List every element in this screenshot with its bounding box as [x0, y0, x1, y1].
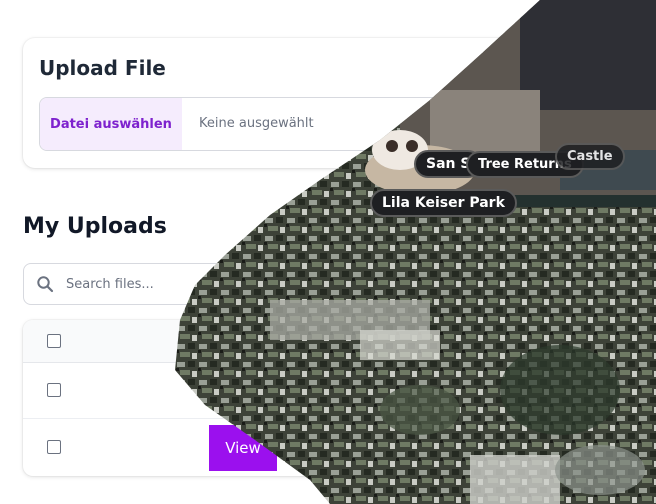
view-button[interactable]: View	[209, 425, 277, 471]
search-box[interactable]	[23, 263, 525, 305]
file-input[interactable]: Datei auswählen Keine ausgewählt	[39, 97, 601, 151]
row-checkbox[interactable]	[47, 383, 61, 397]
table-row	[23, 362, 623, 419]
map-label[interactable]: Castle	[555, 143, 625, 170]
uploads-title: My Uploads	[23, 214, 167, 239]
select-all-checkbox[interactable]	[47, 334, 61, 348]
upload-title: Upload File	[39, 56, 166, 80]
search-icon	[37, 276, 54, 293]
choose-file-button[interactable]: Datei auswählen	[40, 98, 182, 150]
upload-card: Upload File Datei auswählen Keine ausgew…	[23, 38, 623, 168]
table-header	[23, 320, 623, 363]
row-checkbox[interactable]	[47, 440, 61, 454]
map-label[interactable]: Lila Keiser Park	[370, 189, 517, 217]
uploads-table: View	[23, 320, 623, 476]
table-row: View	[23, 419, 623, 475]
file-status: Keine ausgewählt	[199, 116, 314, 131]
search-input[interactable]	[64, 264, 468, 304]
